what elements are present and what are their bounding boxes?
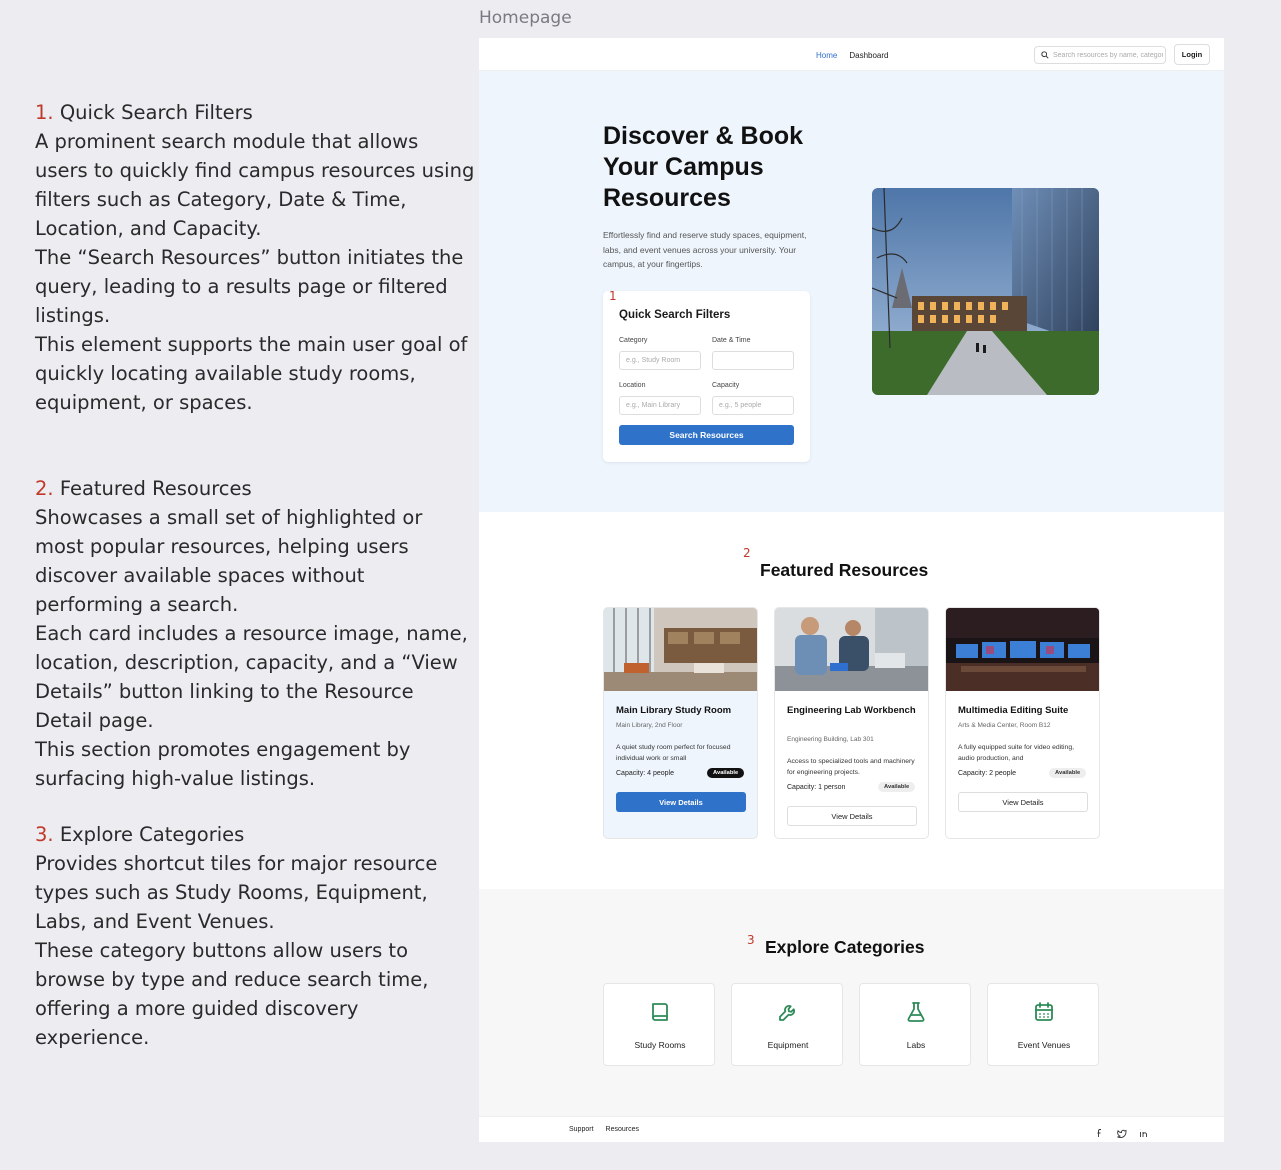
category-field[interactable]: e.g., Study Room	[619, 351, 701, 370]
view-details-button[interactable]: View Details	[616, 792, 746, 812]
annotation-text: Provides shortcut tiles for major resour…	[35, 852, 438, 933]
location-label: Location	[619, 382, 646, 389]
card-location: Engineering Building, Lab 301	[787, 736, 874, 743]
quick-search-card: 1 Quick Search Filters Category e.g., St…	[603, 289, 810, 462]
annotation-text: This section promotes engagement by surf…	[35, 738, 411, 790]
search-resources-button[interactable]: Search Resources	[619, 425, 794, 445]
date-time-label: Date & Time	[712, 337, 751, 344]
resource-card[interactable]: Engineering Lab Workbench Engineering Bu…	[774, 607, 929, 839]
flask-icon	[907, 1002, 925, 1022]
card-capacity: Capacity: 1 person	[787, 784, 846, 791]
category-tile-event-venues[interactable]: Event Venues	[987, 983, 1099, 1066]
categories-title: Explore Categories	[765, 937, 925, 957]
categories-section: 3 Explore Categories Study Rooms Equipme…	[479, 889, 1224, 1116]
annotation-text: This element supports the main user goal…	[35, 333, 468, 414]
view-details-button[interactable]: View Details	[958, 792, 1088, 812]
view-details-button[interactable]: View Details	[787, 806, 917, 826]
homepage-frame: Home Dashboard Search resources by name,…	[479, 38, 1224, 1142]
annotation-number: 1.	[35, 101, 54, 124]
location-field[interactable]: e.g., Main Library	[619, 396, 701, 415]
date-time-field[interactable]	[712, 351, 794, 370]
facebook-icon[interactable]	[1095, 1125, 1105, 1137]
annotation-text: The “Search Resources” button initiates …	[35, 246, 464, 327]
main-nav: Home Dashboard	[816, 51, 888, 60]
annotation-text: Each card includes a resource image, nam…	[35, 622, 468, 732]
annotation-title: Featured Resources	[59, 477, 252, 500]
featured-title: Featured Resources	[760, 560, 929, 580]
hero-description: Effortlessly find and reserve study spac…	[603, 230, 807, 269]
hero-image	[872, 188, 1099, 395]
annotation-marker: 2	[743, 546, 751, 560]
card-title: Engineering Lab Workbench	[787, 705, 916, 716]
wrench-icon	[779, 1005, 795, 1021]
quick-search-title: Quick Search Filters	[619, 309, 731, 321]
search-input[interactable]: Search resources by name, category...	[1034, 46, 1166, 64]
frame-label: Homepage	[479, 8, 572, 28]
status-badge: Available	[707, 768, 745, 778]
calendar-icon	[1035, 1002, 1053, 1021]
resource-card[interactable]: Multimedia Editing Suite Arts & Media Ce…	[945, 607, 1100, 839]
status-badge: Available	[1049, 768, 1087, 778]
card-title: Main Library Study Room	[616, 705, 732, 716]
site-header: Home Dashboard Search resources by name,…	[479, 38, 1224, 71]
annotation-text: Showcases a small set of highlighted or …	[35, 506, 423, 616]
nav-home[interactable]: Home	[816, 51, 837, 60]
social-links	[1095, 1125, 1149, 1139]
status-badge: Available	[878, 782, 916, 792]
login-button[interactable]: Login	[1174, 44, 1210, 65]
card-title: Multimedia Editing Suite	[958, 705, 1069, 716]
annotation-quick-search: 1. Quick Search Filters A prominent sear…	[35, 98, 475, 417]
annotation-marker: 3	[747, 933, 755, 947]
annotation-text: A prominent search module that allows us…	[35, 130, 475, 240]
annotation-title: Quick Search Filters	[59, 101, 253, 124]
capacity-label: Capacity	[712, 382, 740, 389]
card-location: Arts & Media Center, Room B12	[958, 722, 1051, 729]
category-tile-labs[interactable]: Labs	[859, 983, 971, 1066]
card-image	[946, 608, 1099, 691]
book-icon	[652, 1003, 668, 1021]
category-tile-equipment[interactable]: Equipment	[731, 983, 843, 1066]
capacity-field[interactable]: e.g., 5 people	[712, 396, 794, 415]
category-label: Event Venues	[1017, 1040, 1071, 1050]
annotation-text: These category buttons allow users to br…	[35, 939, 429, 1049]
category-label: Study Rooms	[634, 1040, 686, 1050]
linkedin-icon[interactable]	[1139, 1125, 1149, 1137]
category-tile-study-rooms[interactable]: Study Rooms	[603, 983, 715, 1066]
card-image	[775, 608, 928, 691]
category-label: Labs	[906, 1040, 926, 1050]
annotation-title: Explore Categories	[59, 823, 245, 846]
card-capacity: Capacity: 4 people	[616, 770, 674, 777]
category-label: Category	[619, 337, 648, 344]
nav-dashboard[interactable]: Dashboard	[849, 51, 888, 60]
annotation-number: 2.	[35, 477, 54, 500]
annotation-featured: 2. Featured Resources Showcases a small …	[35, 474, 475, 793]
search-icon	[1041, 51, 1049, 59]
card-capacity: Capacity: 2 people	[958, 770, 1016, 777]
annotation-marker: 1	[609, 289, 617, 303]
card-description: Access to specialized tools and machiner…	[787, 758, 915, 776]
hero-title: Discover & Book Your Campus Resources	[603, 122, 804, 212]
site-footer: Support Resources	[479, 1116, 1224, 1142]
annotation-categories: 3. Explore Categories Provides shortcut …	[35, 820, 475, 1052]
category-label: Equipment	[767, 1040, 809, 1050]
twitter-icon[interactable]	[1117, 1125, 1127, 1139]
annotation-number: 3.	[35, 823, 54, 846]
card-location: Main Library, 2nd Floor	[616, 722, 683, 729]
footer-link-support[interactable]: Support	[569, 1126, 594, 1133]
card-description: A quiet study room perfect for focused i…	[616, 744, 731, 762]
footer-link-resources[interactable]: Resources	[606, 1126, 639, 1133]
card-description: A fully equipped suite for video editing…	[958, 744, 1075, 762]
resource-card[interactable]: Main Library Study Room Main Library, 2n…	[603, 607, 758, 839]
search-placeholder: Search resources by name, category...	[1053, 51, 1163, 59]
featured-section: 2 Featured Resources Main Library Study …	[479, 512, 1224, 889]
hero-section: Discover & Book Your Campus Resources Ef…	[479, 71, 1224, 512]
card-image	[604, 608, 757, 691]
